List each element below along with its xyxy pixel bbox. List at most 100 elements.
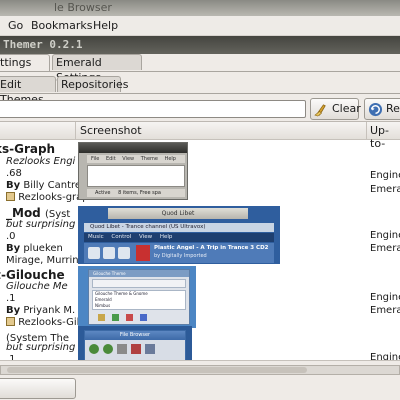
- thumb-subtitle: Quod Libet - Trance channel (US Ultravox…: [84, 223, 274, 232]
- refresh-button[interactable]: Ref: [364, 98, 400, 120]
- theme-name: _Mod: [6, 206, 41, 220]
- themes-table[interactable]: Screenshot Up-to- ks-Graph Rezlooks Engi…: [0, 121, 400, 360]
- window-title: le Browser: [54, 1, 112, 14]
- tab-settings-label: ttings: [0, 56, 32, 69]
- theme-screenshot: File Edit View Theme Help Active 8 items…: [78, 142, 188, 200]
- thumb-menu-item: File: [91, 156, 100, 162]
- thumb-menu-item: View: [122, 156, 135, 162]
- thumb-tool-icon: [103, 344, 113, 354]
- theme-screenshot: Quod Libet Quod Libet - Trance channel (…: [78, 206, 280, 264]
- search-input[interactable]: [0, 100, 306, 118]
- app-title: Themer 0.2.1: [3, 38, 83, 51]
- scrollbar-thumb[interactable]: [7, 367, 307, 373]
- column-divider: [366, 122, 367, 140]
- thumb-menu-item: View: [139, 234, 153, 240]
- thumb-track-artist: by Digitally Imported: [154, 253, 207, 259]
- theme-version: .68: [6, 168, 22, 179]
- subtab-divider: [0, 93, 400, 94]
- table-row[interactable]: z-Gilouche Gilouche Me .1 By Priyank M. …: [0, 266, 400, 330]
- theme-description: Gilouche Me: [6, 281, 68, 292]
- horizontal-scrollbar[interactable]: [0, 365, 400, 375]
- thumb-window-title: Quod Libet: [161, 210, 195, 217]
- thumb-tool-icon: [98, 314, 105, 321]
- thumb-subtitle-text: Quod Libet - Trance channel (US Ultravox…: [90, 224, 206, 230]
- thumb-status-text: 8 items, Free spa: [118, 190, 161, 196]
- thumb-tool-icon: [89, 344, 99, 354]
- thumb-titlebar: File Browser: [85, 331, 185, 340]
- table-row[interactable]: _Mod (Syst but surprising .0 By plueken …: [0, 206, 400, 268]
- thumb-album-art: [136, 245, 150, 261]
- thumb-buttonbar: [92, 313, 186, 322]
- menu-item-bookmarks[interactable]: Bookmarks: [31, 16, 92, 36]
- window-titlebar: le Browser: [0, 0, 400, 16]
- menu-item-go[interactable]: Go: [8, 16, 23, 36]
- theme-version: .1: [6, 293, 16, 304]
- theme-dependencies: Rezlooks-Gilo: [18, 317, 86, 328]
- theme-description: but surprising: [6, 342, 76, 353]
- tab-settings[interactable]: ttings: [0, 54, 50, 72]
- thumb-tool-icon: [140, 314, 147, 321]
- footer-button[interactable]: [0, 378, 76, 399]
- thumb-menu-item: Help: [164, 156, 176, 162]
- dependency-icon: [6, 192, 15, 201]
- column-divider: [75, 122, 76, 140]
- thumb-window: File Browser: [84, 330, 186, 360]
- thumb-play-icon: [103, 247, 115, 259]
- engine-label: Emera: [370, 184, 400, 195]
- theme-version: .0: [6, 231, 16, 242]
- dependency-icon: [6, 317, 15, 326]
- thumb-menu-item: Music: [88, 234, 104, 240]
- engine-label: Engine: [370, 292, 400, 303]
- thumb-tool-icon: [117, 344, 127, 354]
- theme-author: plueken: [23, 243, 63, 254]
- theme-screenshot: File Browser: [78, 326, 192, 360]
- theme-name: z-Gilouche: [0, 268, 65, 282]
- menubar: Go Bookmarks Help: [0, 16, 400, 36]
- tab-emerald-settings[interactable]: Emerald Settings: [52, 54, 142, 84]
- tab-edit-themes[interactable]: Edit Themes: [0, 76, 56, 106]
- tab-repositories-label: Repositories: [61, 78, 129, 91]
- table-row[interactable]: ks-Graph Rezlooks Engi .68 By Billy Cant…: [0, 140, 400, 206]
- engine-label: Engine: [370, 170, 400, 181]
- thumb-controls: Plastic Angel - A Trip in Trance 3 CD2 b…: [84, 243, 274, 263]
- thumb-window: Gilouche Theme Gilouche Theme & Gnome Em…: [88, 269, 190, 325]
- col-header-screenshot[interactable]: Screenshot: [80, 124, 142, 137]
- table-row[interactable]: (System The but surprising .1 Engine Fil…: [0, 326, 400, 360]
- bottom-area: [0, 360, 400, 400]
- thumb-track-title: Plastic Angel - A Trip in Trance 3 CD2: [154, 245, 269, 251]
- author-prefix: By: [6, 180, 21, 191]
- thumb-window-title: File Browser: [119, 332, 151, 338]
- sub-tabs: Edit Themes Repositories: [0, 76, 400, 106]
- app-header: Themer 0.2.1: [0, 36, 400, 54]
- main-tabs: ttings Emerald Settings: [0, 54, 400, 84]
- menu-item-help[interactable]: Help: [93, 16, 118, 36]
- refresh-label: Ref: [386, 102, 400, 115]
- tab-divider: [0, 71, 400, 72]
- thumb-active-tab: Active: [95, 190, 111, 196]
- engine-label: Emera: [370, 305, 400, 316]
- thumb-prev-icon: [88, 247, 100, 259]
- clear-button[interactable]: Clear: [310, 98, 361, 120]
- thumb-menu-item: Theme: [140, 156, 158, 162]
- thumb-next-icon: [118, 247, 130, 259]
- broom-icon: [314, 104, 326, 117]
- thumb-content: [87, 165, 185, 187]
- thumb-titlebar: [79, 143, 187, 153]
- thumb-statusbar: Active 8 items, Free spa: [87, 189, 185, 197]
- thumb-list-item: Nimbus: [95, 303, 111, 308]
- author-prefix: By: [6, 243, 21, 254]
- thumb-toolbar: [92, 279, 186, 288]
- clear-label: Clear: [332, 102, 361, 115]
- thumb-titlebar: Quod Libet: [108, 208, 248, 219]
- thumb-list: Gilouche Theme & Gnome Emerald Nimbus: [92, 290, 186, 310]
- theme-name: ks-Graph: [0, 142, 56, 156]
- theme-screenshot: Gilouche Theme Gilouche Theme & Gnome Em…: [78, 266, 196, 328]
- thumb-menu-item: Edit: [105, 156, 116, 162]
- table-header: Screenshot Up-to-: [0, 122, 400, 150]
- theme-description: Rezlooks Engi: [6, 156, 76, 167]
- thumb-menu-item: Control: [111, 234, 132, 240]
- theme-author: Billy Cantrel: [23, 180, 84, 191]
- thumb-menubar: Music Control View Help: [84, 233, 274, 242]
- thumb-titlebar: Gilouche Theme: [89, 270, 189, 277]
- tab-repositories[interactable]: Repositories: [57, 76, 129, 92]
